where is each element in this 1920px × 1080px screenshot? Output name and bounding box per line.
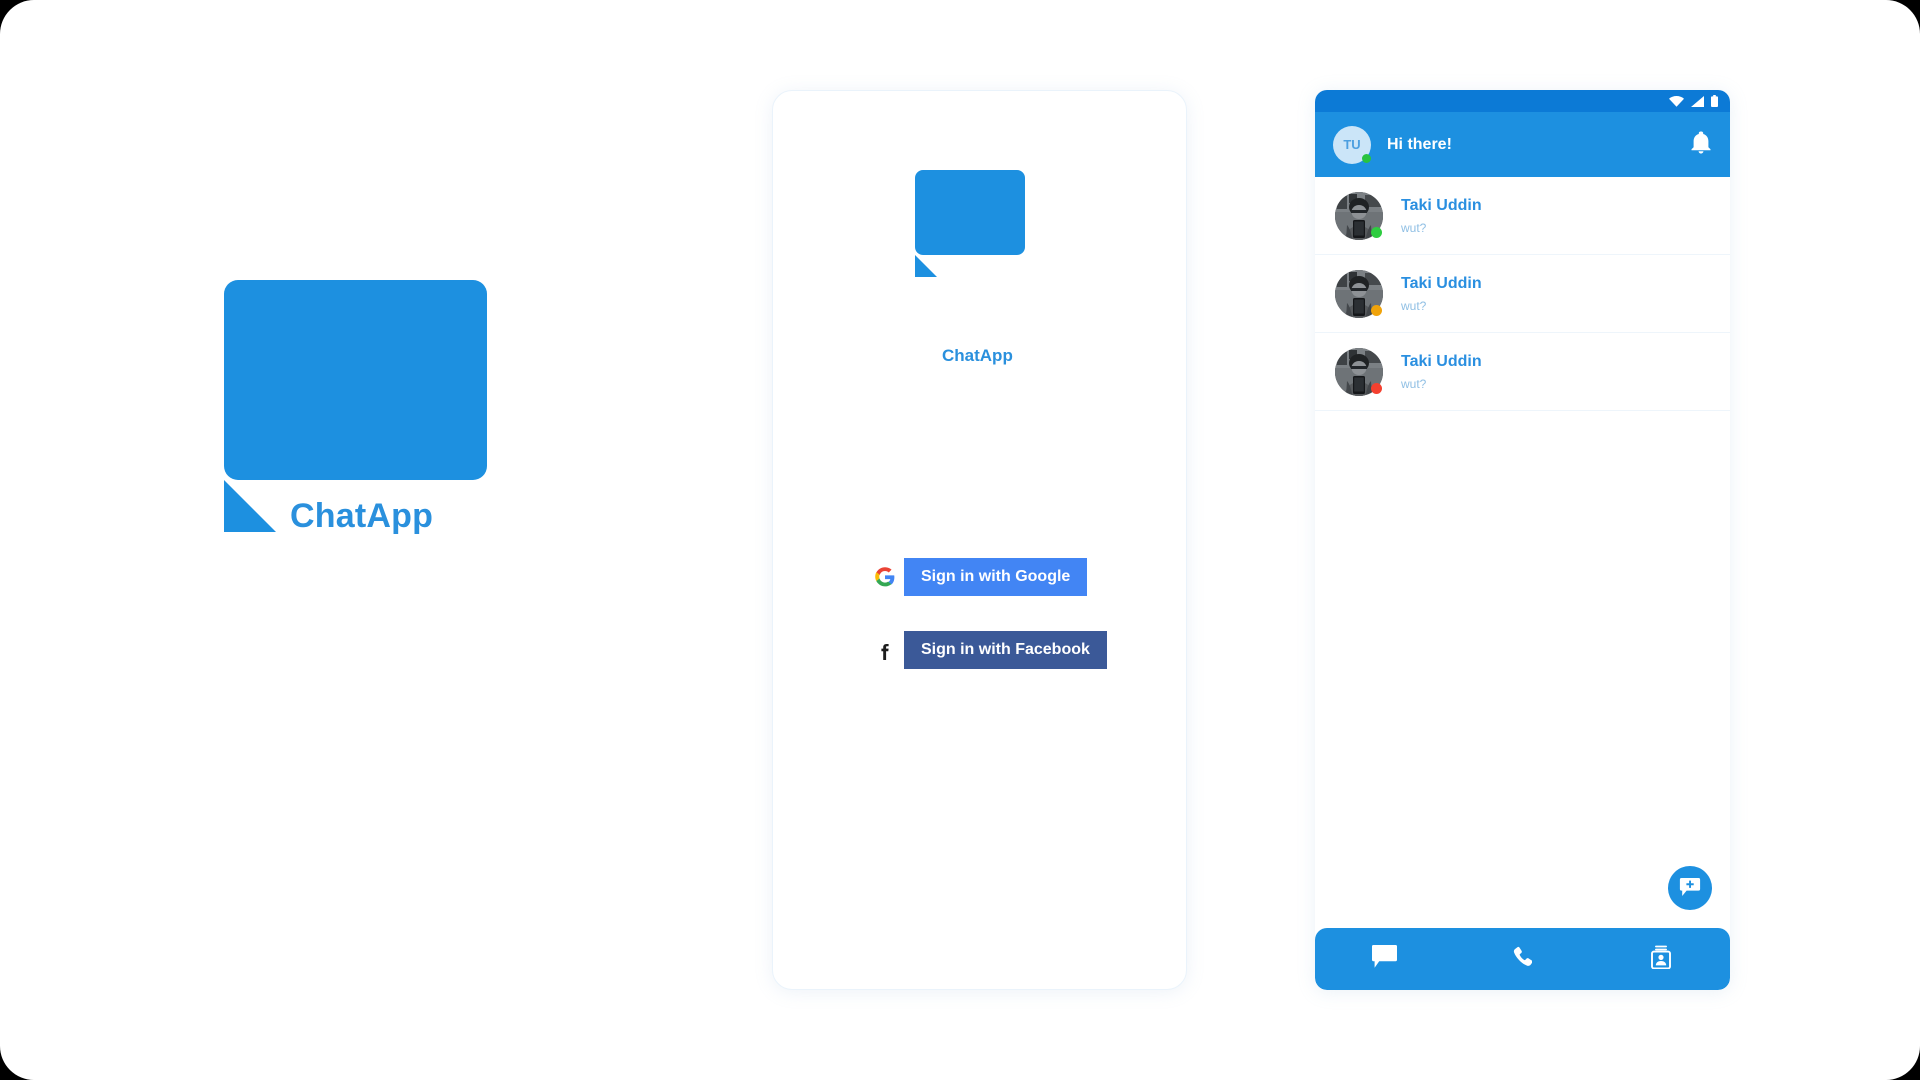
facebook-f-icon [866, 631, 904, 669]
nav-item-contacts[interactable] [1592, 928, 1730, 990]
chat-list-item[interactable]: Taki Uddin wut? [1315, 333, 1730, 411]
speech-bubble-tail [224, 480, 276, 532]
cell-signal-icon [1691, 95, 1704, 107]
speech-bubble-icon [915, 170, 1025, 277]
chat-last-message: wut? [1401, 299, 1427, 314]
sign-in-with-google-label: Sign in with Google [921, 568, 1071, 585]
app-header: TU Hi there! [1315, 112, 1730, 177]
chat-bubble-icon [1371, 944, 1398, 975]
page-title: Hi there! [1387, 135, 1452, 153]
speech-bubble-tail [915, 255, 937, 277]
user-photo-avatar [1335, 191, 1383, 240]
brand-logo-panel: ChatApp [0, 0, 740, 1080]
chat-last-message: wut? [1401, 221, 1427, 236]
chat-list: Taki Uddin wut? Taki Uddin wut? Taki Udd… [1315, 177, 1730, 928]
speech-bubble-icon [224, 280, 487, 532]
signin-wordmark: ChatApp [942, 346, 1013, 365]
new-chat-fab-button[interactable] [1668, 866, 1712, 910]
chat-last-message: wut? [1401, 377, 1427, 392]
chat-contact-name: Taki Uddin [1401, 274, 1482, 292]
avatar-online-status-dot [1362, 153, 1371, 163]
speech-bubble-body [915, 170, 1025, 255]
user-status-dot [1371, 226, 1382, 238]
chat-contact-name: Taki Uddin [1401, 196, 1482, 214]
chat-contact-name: Taki Uddin [1401, 352, 1482, 370]
sign-in-with-google-button[interactable]: Sign in with Google [866, 558, 1088, 596]
nav-item-chats[interactable] [1315, 928, 1453, 990]
chat-item-text: Taki Uddin wut? [1401, 352, 1482, 392]
user-photo-avatar [1335, 269, 1383, 318]
user-status-dot [1371, 382, 1382, 394]
new-chat-plus-icon [1678, 875, 1702, 902]
contacts-card-icon [1650, 945, 1671, 974]
chat-list-item[interactable]: Taki Uddin wut? [1315, 177, 1730, 255]
user-status-dot [1371, 304, 1382, 316]
signin-screen-card: ChatApp Sign in with Google Sign in with [772, 90, 1187, 990]
phone-mockup: TU Hi there! Taki Uddin wut? Taki Uddin … [1315, 90, 1730, 990]
brand-wordmark: ChatApp [290, 497, 434, 535]
chat-list-item[interactable]: Taki Uddin wut? [1315, 255, 1730, 333]
google-g-icon [866, 558, 904, 596]
phone-handset-icon [1512, 946, 1533, 973]
bell-icon[interactable] [1690, 130, 1712, 159]
chat-item-text: Taki Uddin wut? [1401, 196, 1482, 236]
chat-item-text: Taki Uddin wut? [1401, 274, 1482, 314]
sign-in-with-facebook-label: Sign in with Facebook [921, 641, 1090, 658]
nav-item-calls[interactable] [1453, 928, 1591, 990]
wifi-icon [1669, 95, 1684, 107]
speech-bubble-body [224, 280, 487, 480]
bottom-navigation-bar [1315, 928, 1730, 990]
avatar[interactable]: TU [1333, 125, 1371, 164]
battery-icon [1711, 95, 1718, 107]
sign-in-with-facebook-button[interactable]: Sign in with Facebook [866, 631, 1107, 669]
app-showcase-page: ChatApp ChatApp Sign in with Google Sign… [0, 0, 1920, 1080]
user-photo-avatar [1335, 347, 1383, 396]
status-bar [1315, 90, 1730, 112]
